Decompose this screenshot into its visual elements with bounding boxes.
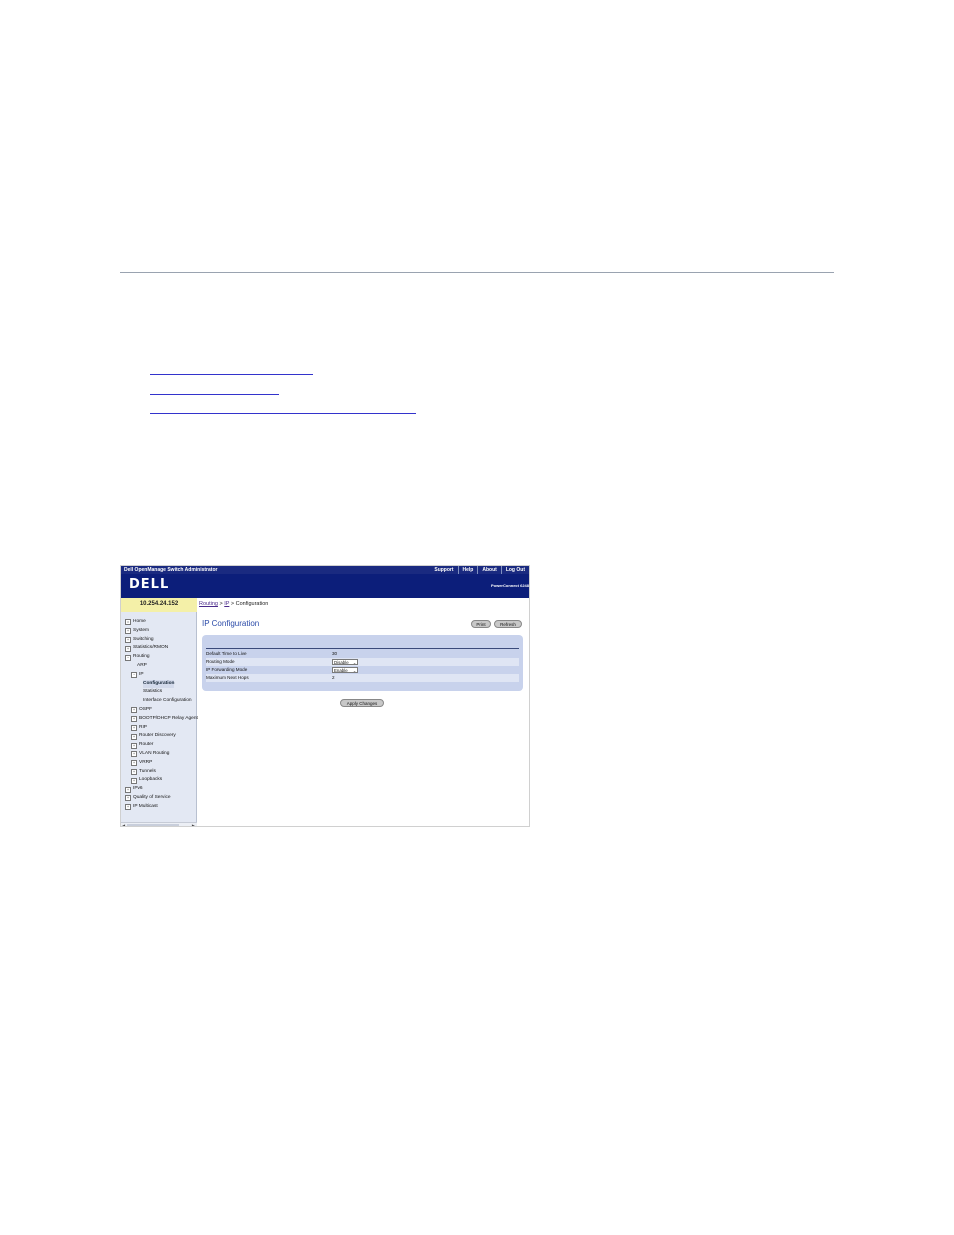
scroll-left-icon[interactable]: ◀: [122, 823, 125, 826]
product-name: PowerConnect 6248: [490, 583, 529, 588]
default-ttl-value: 30: [332, 651, 338, 656]
ip-forwarding-mode-label: IP Forwarding Mode: [206, 667, 248, 672]
breadcrumb-routing[interactable]: Routing: [199, 601, 218, 607]
routing-mode-row: Routing Mode Disable ⌄: [206, 658, 519, 666]
expand-icon[interactable]: +: [131, 733, 137, 740]
default-ttl-label: Default Time to Live: [206, 651, 247, 656]
ip-address-display: 10.254.24.152: [121, 598, 197, 612]
apply-changes-button[interactable]: Apply Changes: [340, 699, 384, 707]
collapse-icon[interactable]: −: [125, 654, 131, 661]
top-bar: Dell OpenManage Switch Administrator Sup…: [121, 566, 529, 574]
switch-admin-screenshot: Dell OpenManage Switch Administrator Sup…: [120, 565, 530, 827]
routing-mode-select[interactable]: Disable ⌄: [332, 658, 358, 665]
sidebar-item-routing[interactable]: − Routing: [125, 653, 198, 662]
horizontal-scrollbar[interactable]: ◀ ▶: [121, 822, 197, 826]
sidebar-tree: ⌂ Home + System + Switching + Statistics/RMO…: [125, 618, 198, 812]
expand-icon[interactable]: +: [125, 795, 131, 802]
refresh-button[interactable]: Refresh: [494, 620, 522, 628]
default-ttl-row: Default Time to Live 30: [206, 650, 519, 658]
expand-icon[interactable]: +: [131, 724, 137, 731]
sidebar-item-rip[interactable]: + RIP: [125, 724, 198, 733]
horizontal-rule: [120, 272, 834, 273]
sidebar-item-statistics-rmon[interactable]: + Statistics/RMON: [125, 644, 198, 653]
sidebar-item-interface-configuration[interactable]: Interface Configuration: [125, 697, 198, 706]
sidebar-item-quality-of-service[interactable]: + Quality of Service: [125, 794, 198, 803]
sidebar-item-router-discovery[interactable]: + Router Discovery: [125, 732, 198, 741]
breadcrumb-current: Configuration: [235, 601, 269, 607]
sidebar-item-vlan-routing[interactable]: + VLAN Routing: [125, 750, 198, 759]
expand-icon[interactable]: +: [125, 636, 131, 643]
expand-icon[interactable]: +: [131, 742, 137, 749]
max-next-hops-value: 2: [332, 675, 335, 680]
scroll-thumb[interactable]: [127, 824, 179, 826]
chevron-down-icon: ⌄: [352, 667, 357, 673]
expand-icon[interactable]: +: [131, 716, 137, 723]
expand-icon[interactable]: +: [125, 645, 131, 652]
expand-icon[interactable]: +: [131, 707, 137, 714]
sidebar-item-arp[interactable]: ARP: [125, 662, 198, 671]
expand-icon[interactable]: +: [125, 804, 131, 811]
brand-banner: DELL PowerConnect 6248: [121, 574, 529, 598]
sidebar-item-switching[interactable]: + Switching: [125, 636, 198, 645]
home-icon: ⌂: [125, 619, 131, 626]
page-title: IP Configuration: [202, 619, 260, 628]
app-title: Dell OpenManage Switch Administrator: [124, 567, 218, 573]
max-next-hops-label: Maximum Next Hops: [206, 675, 249, 680]
ip-forwarding-mode-row: IP Forwarding Mode Enable ⌄: [206, 666, 519, 674]
document-link[interactable]: [150, 401, 416, 421]
document-link[interactable]: [150, 362, 416, 382]
document-link-list: [150, 362, 416, 421]
sidebar-item-system[interactable]: + System: [125, 627, 198, 636]
max-next-hops-row: Maximum Next Hops 2: [206, 674, 519, 682]
sidebar-item-loopbacks[interactable]: + Loopbacks: [125, 776, 198, 785]
sidebar-item-statistics[interactable]: Statistics: [125, 688, 198, 697]
panel-divider: [206, 648, 519, 649]
dell-logo: DELL: [129, 577, 170, 592]
sidebar-item-bootp-dhcp-relay[interactable]: + BOOTP/DHCP Relay Agent: [125, 715, 198, 724]
breadcrumb: Routing > IP > Configuration: [199, 601, 268, 607]
sidebar-item-ip-multicast[interactable]: + IP Multicast: [125, 803, 198, 812]
sidebar-item-vrrp[interactable]: + VRRP: [125, 759, 198, 768]
sidebar-item-home[interactable]: ⌂ Home: [125, 618, 198, 627]
ip-forwarding-mode-select[interactable]: Enable ⌄: [332, 666, 358, 673]
sidebar-item-configuration[interactable]: Configuration: [125, 679, 198, 689]
top-nav: Support Help About Log Out: [430, 566, 529, 574]
support-link[interactable]: Support: [430, 566, 457, 574]
expand-icon[interactable]: +: [131, 777, 137, 784]
document-link[interactable]: [150, 382, 416, 402]
help-link[interactable]: Help: [457, 566, 478, 574]
expand-icon[interactable]: +: [125, 786, 131, 793]
expand-icon[interactable]: +: [131, 751, 137, 758]
logout-link[interactable]: Log Out: [500, 566, 529, 574]
routing-mode-label: Routing Mode: [206, 659, 235, 664]
sidebar-item-ip[interactable]: − IP: [125, 671, 198, 680]
chevron-down-icon: ⌄: [352, 659, 357, 665]
about-link[interactable]: About: [477, 566, 500, 574]
expand-icon[interactable]: +: [131, 760, 137, 767]
sidebar-item-ipv6[interactable]: + IPv6: [125, 785, 198, 794]
sidebar-item-tunnels[interactable]: + Tunnels: [125, 768, 198, 777]
expand-icon[interactable]: +: [125, 628, 131, 635]
sidebar-item-router[interactable]: + Router: [125, 741, 198, 750]
scroll-right-icon[interactable]: ▶: [192, 823, 195, 826]
sidebar: ⌂ Home + System + Switching + Statistics/RMO…: [121, 612, 198, 826]
sidebar-item-ospf[interactable]: + OSPF: [125, 706, 198, 715]
print-button[interactable]: Print: [471, 620, 491, 628]
expand-icon[interactable]: +: [131, 768, 137, 775]
collapse-icon[interactable]: −: [131, 672, 137, 679]
ip-configuration-panel: Default Time to Live 30 Routing Mode Dis…: [202, 635, 523, 691]
